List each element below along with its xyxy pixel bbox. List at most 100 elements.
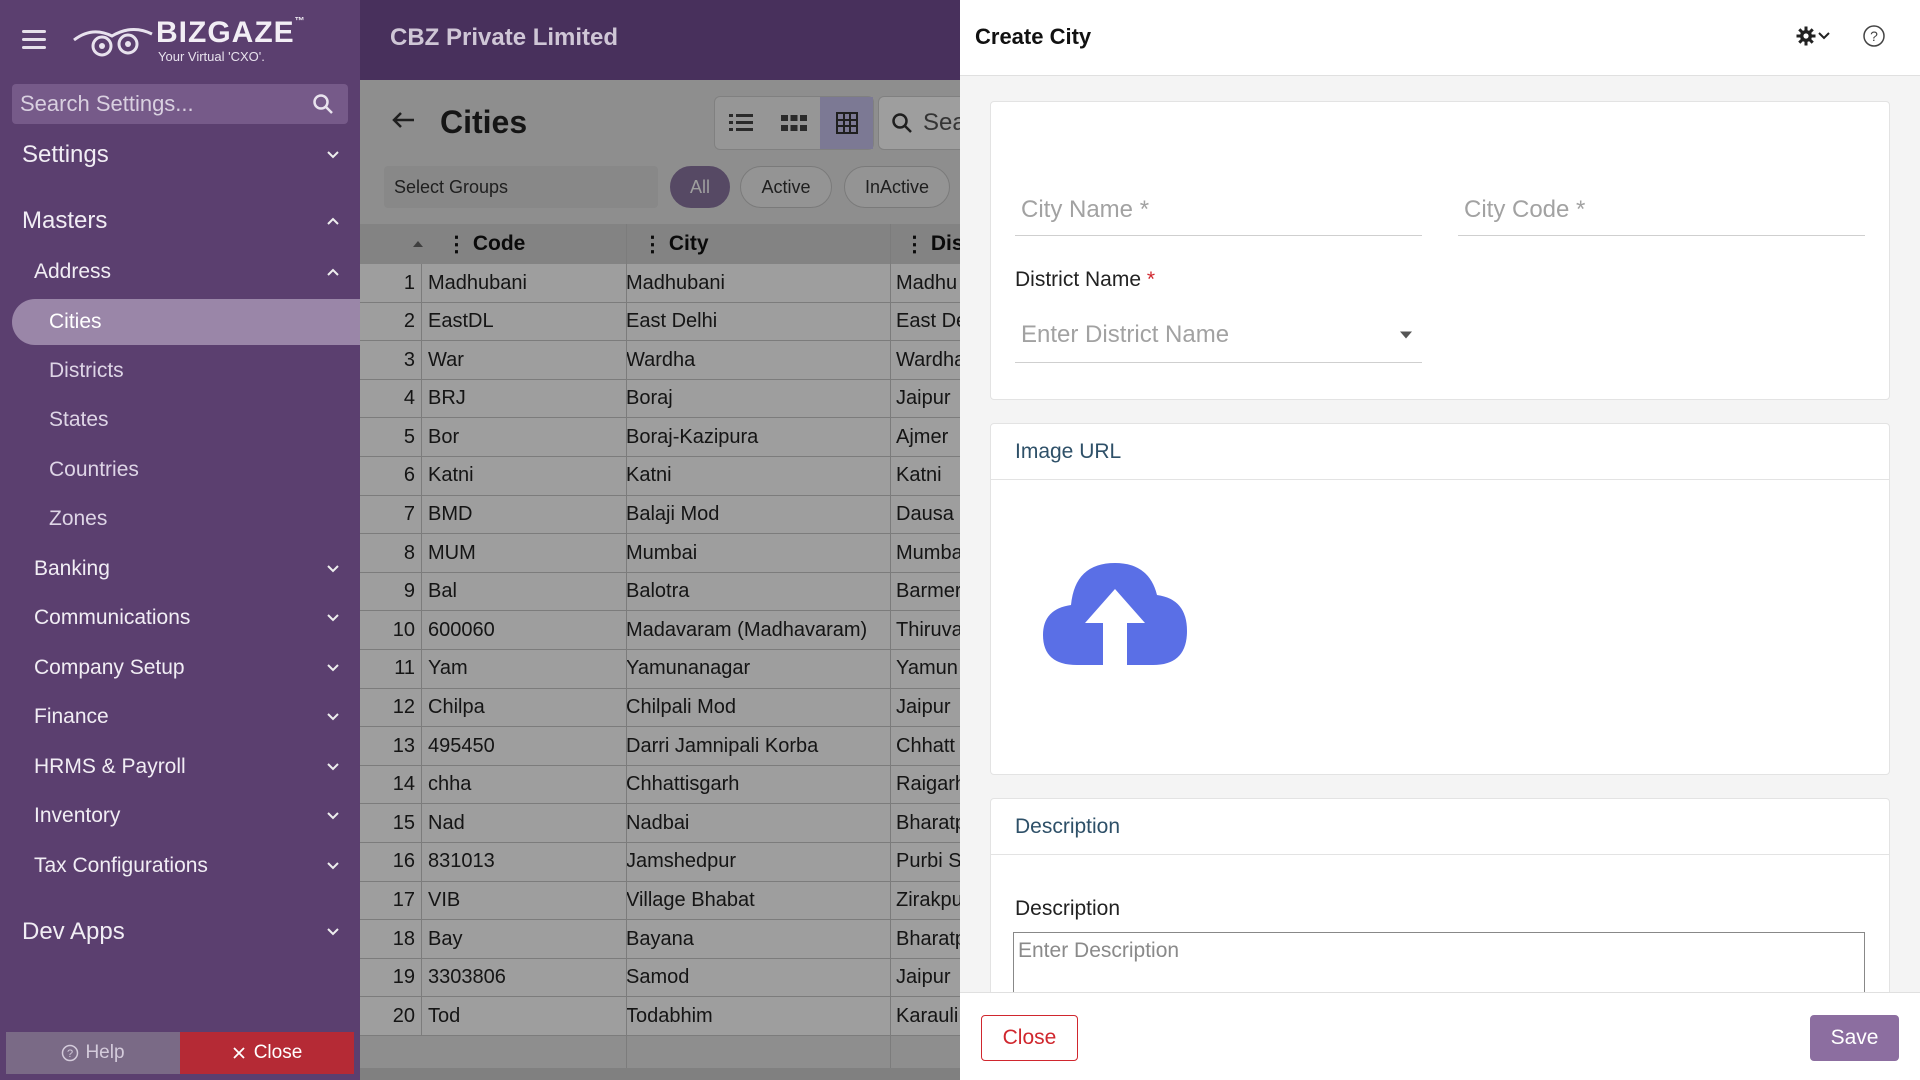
sort-indicator[interactable] <box>412 224 424 264</box>
city-name-input[interactable] <box>1015 184 1422 235</box>
row-number: 7 <box>360 495 422 534</box>
filter-active[interactable]: Active <box>740 166 832 208</box>
menu-icon[interactable] <box>22 30 46 50</box>
list-search-input[interactable]: Sea <box>878 96 960 150</box>
cell-code: Nad <box>428 811 465 834</box>
table-row[interactable]: 7 BMD Balaji Mod Dausa <box>360 495 960 535</box>
table-row[interactable]: 14 chha Chhattisgarh Raigarh <box>360 765 960 805</box>
filter-inactive[interactable]: InActive <box>844 166 950 208</box>
table-row[interactable]: 6 Katni Katni Katni <box>360 456 960 496</box>
nav-address[interactable]: Address <box>34 254 340 290</box>
table-row[interactable]: 18 Bay Bayana Bharatp <box>360 920 960 959</box>
table-row[interactable]: 20 Tod Todabhim Karauli <box>360 997 960 1036</box>
description-textarea[interactable] <box>1014 933 1864 1001</box>
cell-district: Chhatt <box>896 734 955 757</box>
save-button[interactable]: Save <box>1810 1015 1899 1061</box>
horizontal-scrollbar[interactable] <box>360 1068 960 1080</box>
row-number: 17 <box>360 881 422 920</box>
nav-banking[interactable]: Banking <box>34 551 340 587</box>
select-groups-dropdown[interactable]: Select Groups <box>384 166 658 208</box>
nav-tax-configurations[interactable]: Tax Configurations <box>34 848 340 884</box>
table-row[interactable]: 9 Bal Balotra Barmer <box>360 572 960 612</box>
table-row[interactable]: 2 EastDL East Delhi East De <box>360 302 960 342</box>
table-row[interactable]: 1 Madhubani Madhubani Madhu <box>360 264 960 303</box>
company-name: CBZ Private Limited <box>390 24 619 51</box>
cell-city: Chilpali Mod <box>626 696 737 719</box>
row-number: 8 <box>360 534 422 573</box>
grid-view-icon[interactable] <box>820 97 874 149</box>
cell-district: Zirakpu <box>896 889 960 911</box>
nav-communications[interactable]: Communications <box>34 600 340 636</box>
city-code-field[interactable] <box>1458 184 1865 236</box>
cell-code: VIB <box>428 889 461 911</box>
table-row[interactable]: 15 Nad Nadbai Bharatp <box>360 804 960 843</box>
cell-code: 3303806 <box>428 966 506 989</box>
sidebar-item-countries[interactable]: Countries <box>49 452 329 488</box>
chevron-down-icon <box>327 763 339 771</box>
chevron-up-icon <box>327 268 339 276</box>
search-icon[interactable] <box>312 93 334 115</box>
cell-district: Jaipur <box>896 966 951 989</box>
table-row[interactable]: 17 VIB Village Bhabat Zirakpu <box>360 881 960 921</box>
table-row[interactable]: 4 BRJ Boraj Jaipur <box>360 379 960 419</box>
nav-hrms-payroll[interactable]: HRMS & Payroll <box>34 749 340 785</box>
table-row[interactable]: 10 600060 Madavaram (Madhavaram) Thiruva <box>360 611 960 650</box>
cloud-upload-icon[interactable] <box>1041 559 1189 667</box>
cell-city: Nadbai <box>626 811 690 834</box>
cell-code: Katni <box>428 464 474 487</box>
help-icon[interactable]: ? <box>1862 24 1886 48</box>
close-button[interactable]: Close <box>981 1015 1078 1061</box>
cell-city: Mumbai <box>626 541 698 564</box>
cell-code: chha <box>428 773 472 796</box>
svg-text:?: ? <box>67 1048 73 1060</box>
settings-search-input[interactable] <box>12 84 302 124</box>
nav-masters[interactable]: Masters <box>22 201 340 241</box>
nav-dev-apps[interactable]: Dev Apps <box>22 912 340 952</box>
list-view-icon[interactable] <box>715 97 768 149</box>
sidebar-item-zones[interactable]: Zones <box>49 501 329 537</box>
sidebar-item-cities[interactable]: Cities <box>49 304 329 340</box>
nav-finance[interactable]: Finance <box>34 699 340 735</box>
row-number: 5 <box>360 418 422 457</box>
city-code-input[interactable] <box>1458 184 1865 235</box>
settings-menu-button[interactable] <box>1796 26 1830 46</box>
column-header-code[interactable]: ⋮ Code <box>446 224 525 264</box>
help-button[interactable]: ? Help <box>6 1032 180 1074</box>
sidebar-footer: ? Help Close <box>6 1032 354 1074</box>
column-header-city[interactable]: ⋮ City <box>642 224 709 264</box>
table-row[interactable]: 12 Chilpa Chilpali Mod Jaipur <box>360 688 960 728</box>
dropdown-caret-icon[interactable] <box>1400 331 1412 339</box>
cell-district: Jaipur <box>896 387 951 410</box>
cell-city: Wardha <box>626 348 696 371</box>
drawer-footer: Close Save <box>960 992 1920 1080</box>
district-name-label: District Name * <box>1015 268 1156 291</box>
nav-inventory[interactable]: Inventory <box>34 798 340 834</box>
nav-company-setup[interactable]: Company Setup <box>34 650 340 686</box>
column-header-district[interactable]: ⋮ Dist <box>904 224 960 264</box>
city-name-field[interactable] <box>1015 184 1422 236</box>
district-name-input[interactable] <box>1015 308 1422 362</box>
table-row[interactable]: 8 MUM Mumbai Mumba <box>360 534 960 573</box>
logo-tagline: Your Virtual 'CXO'. <box>158 49 265 64</box>
table-row[interactable]: 11 Yam Yamunanagar Yamun <box>360 649 960 689</box>
table-row[interactable]: 16 831013 Jamshedpur Purbi S <box>360 842 960 882</box>
table-row[interactable]: 5 Bor Boraj-Kazipura Ajmer <box>360 418 960 457</box>
table-row[interactable]: 19 3303806 Samod Jaipur <box>360 958 960 998</box>
filter-all[interactable]: All <box>670 166 730 208</box>
cell-district: Mumba <box>896 541 960 564</box>
row-number: 1 <box>360 264 422 302</box>
back-arrow-icon[interactable] <box>390 110 416 130</box>
sidebar-close-button[interactable]: Close <box>180 1032 354 1074</box>
cell-code: EastDL <box>428 310 494 333</box>
sidebar-item-states[interactable]: States <box>49 402 329 438</box>
card-view-icon[interactable] <box>768 97 821 149</box>
nav-settings[interactable]: Settings <box>22 135 340 175</box>
sidebar-item-districts[interactable]: Districts <box>49 353 329 389</box>
table-row[interactable]: 13 495450 Darri Jamnipali Korba Chhatt <box>360 727 960 766</box>
cell-district: East De <box>896 310 960 333</box>
cell-district: Jaipur <box>896 696 951 719</box>
chevron-down-icon <box>1818 32 1830 40</box>
district-name-select[interactable] <box>1015 308 1422 363</box>
description-card: Description Description <box>990 798 1890 1002</box>
table-row[interactable]: 3 War Wardha Wardha <box>360 341 960 380</box>
